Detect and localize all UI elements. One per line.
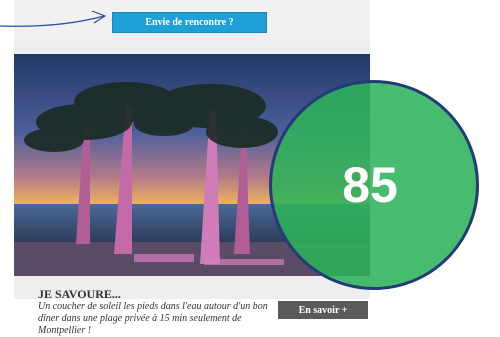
score-badge: 85: [269, 80, 479, 290]
learn-more-button[interactable]: En savoir +: [278, 301, 368, 319]
card-description: Un coucher de soleil les pieds dans l'ea…: [38, 301, 268, 336]
pointer-arrow-icon: [0, 10, 107, 27]
card-title: JE SAVOURE...: [38, 287, 121, 301]
score-value: 85: [342, 157, 398, 213]
meet-up-button[interactable]: Envie de rencontre ?: [112, 12, 267, 33]
